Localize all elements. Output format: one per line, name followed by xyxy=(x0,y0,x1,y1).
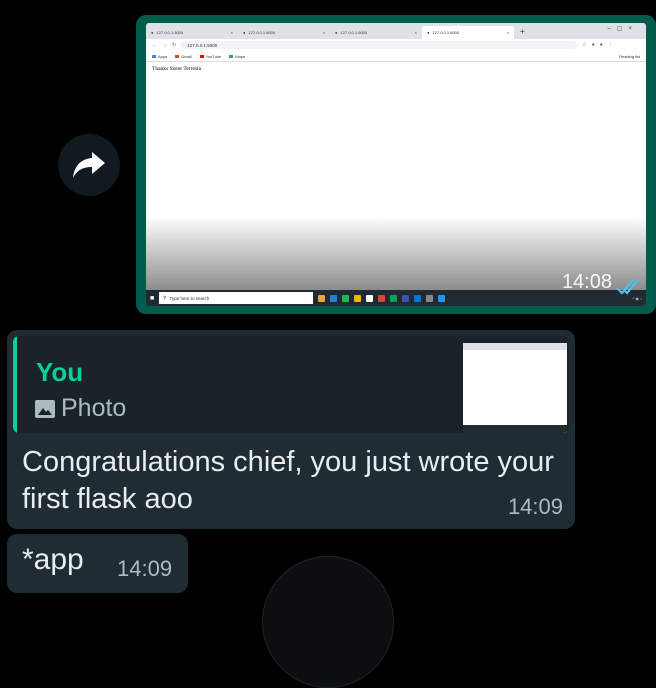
window-controls: –▢× xyxy=(607,26,638,32)
taskbar-app-icon xyxy=(318,294,326,302)
browser-tab: ● 127.0.0.1:5000 × xyxy=(335,30,417,35)
system-tray: ^ ◉ ♪ xyxy=(632,295,642,301)
browser-tab: ● 127.0.0.1:5000 × xyxy=(243,30,325,35)
tab-favicon-icon: ● xyxy=(243,30,246,35)
taskbar-search: ⚲ Type here to search xyxy=(159,292,314,304)
back-icon: ← xyxy=(152,42,157,48)
tab-favicon-icon: ● xyxy=(427,30,430,35)
message-text: *app xyxy=(22,543,84,576)
search-icon: ⚲ xyxy=(163,295,167,300)
bookmarks-bar: Apps Gmail YouTube Maps Reading list xyxy=(146,51,646,62)
page-body-text: Thanks Sister Terresin xyxy=(152,66,202,72)
browser-tab: ● 127.0.0.1:3000 × xyxy=(151,30,233,35)
scroll-to-bottom-button[interactable] xyxy=(262,556,394,688)
tab-favicon-icon: ● xyxy=(151,30,154,35)
forward-icon xyxy=(73,152,105,178)
taskbar-app-icon xyxy=(378,294,386,302)
profile-icon: ● xyxy=(599,42,603,48)
taskbar-app-icon xyxy=(366,294,374,302)
taskbar-app-icon xyxy=(438,294,446,302)
message-text: Congratulations chief, you just wrote yo… xyxy=(22,446,554,515)
taskbar-app-icon xyxy=(342,294,350,302)
taskbar-app-icon xyxy=(390,294,398,302)
star-icon: ☆ xyxy=(582,42,587,48)
browser-address-row: ← → ↻ 127.0.0.1:5000 ☆ ● ● ⋮ xyxy=(146,39,646,51)
photo-message[interactable]: ● 127.0.0.1:3000 × ● 127.0.0.1:5000 × ● … xyxy=(136,15,656,314)
bookmark-item: Maps xyxy=(229,54,245,59)
tab-close-icon: × xyxy=(230,30,233,35)
quote-type: Photo xyxy=(35,394,126,423)
bookmark-item: Apps xyxy=(152,54,167,59)
browser-tab-active: ● 127.0.0.1:5000 × xyxy=(422,26,514,39)
taskbar-app-icon xyxy=(426,294,434,302)
taskbar-app-icon xyxy=(402,294,410,302)
bookmark-item: Gmail xyxy=(175,54,192,59)
extension-icon: ● xyxy=(591,42,595,48)
bookmark-item: YouTube xyxy=(199,54,221,59)
photo-image[interactable]: ● 127.0.0.1:3000 × ● 127.0.0.1:5000 × ● … xyxy=(146,23,646,306)
forward-button[interactable] xyxy=(58,134,120,196)
quote-type-label: Photo xyxy=(61,394,127,422)
forward-nav-icon: → xyxy=(162,42,167,48)
taskbar-app-icon xyxy=(354,294,362,302)
reply-message[interactable]: You Photo Congratulations chief, you jus… xyxy=(7,330,575,529)
message-time: 14:08 xyxy=(561,271,612,293)
thumbnail-tabbar xyxy=(463,343,567,350)
menu-icon: ⋮ xyxy=(607,42,613,48)
quoted-message[interactable]: You Photo xyxy=(13,336,569,433)
photo-icon xyxy=(35,399,55,418)
windows-start-icon: ■ xyxy=(150,294,155,302)
url-bar: 127.0.0.1:5000 xyxy=(181,41,578,49)
tab-favicon-icon: ● xyxy=(335,30,338,35)
followup-message[interactable]: *app 14:09 xyxy=(7,534,188,593)
taskbar-app-icon xyxy=(330,294,338,302)
tab-close-icon: × xyxy=(506,30,509,35)
message-time: 14:09 xyxy=(507,494,563,519)
quote-accent-bar xyxy=(13,336,17,433)
browser-tab-bar: ● 127.0.0.1:3000 × ● 127.0.0.1:5000 × ● … xyxy=(146,23,646,39)
tab-close-icon: × xyxy=(414,30,417,35)
reload-icon: ↻ xyxy=(172,42,177,48)
reading-list: Reading list xyxy=(619,53,640,59)
url-text: 127.0.0.1:5000 xyxy=(187,42,218,48)
taskbar-app-icon xyxy=(414,294,422,302)
new-tab-icon: + xyxy=(520,26,525,36)
message-time: 14:09 xyxy=(117,556,173,581)
quote-thumbnail xyxy=(463,343,567,433)
tab-close-icon: × xyxy=(322,30,325,35)
quote-author: You xyxy=(36,357,84,387)
thumbnail-taskbar xyxy=(463,425,567,433)
read-receipt-icon xyxy=(616,279,639,295)
